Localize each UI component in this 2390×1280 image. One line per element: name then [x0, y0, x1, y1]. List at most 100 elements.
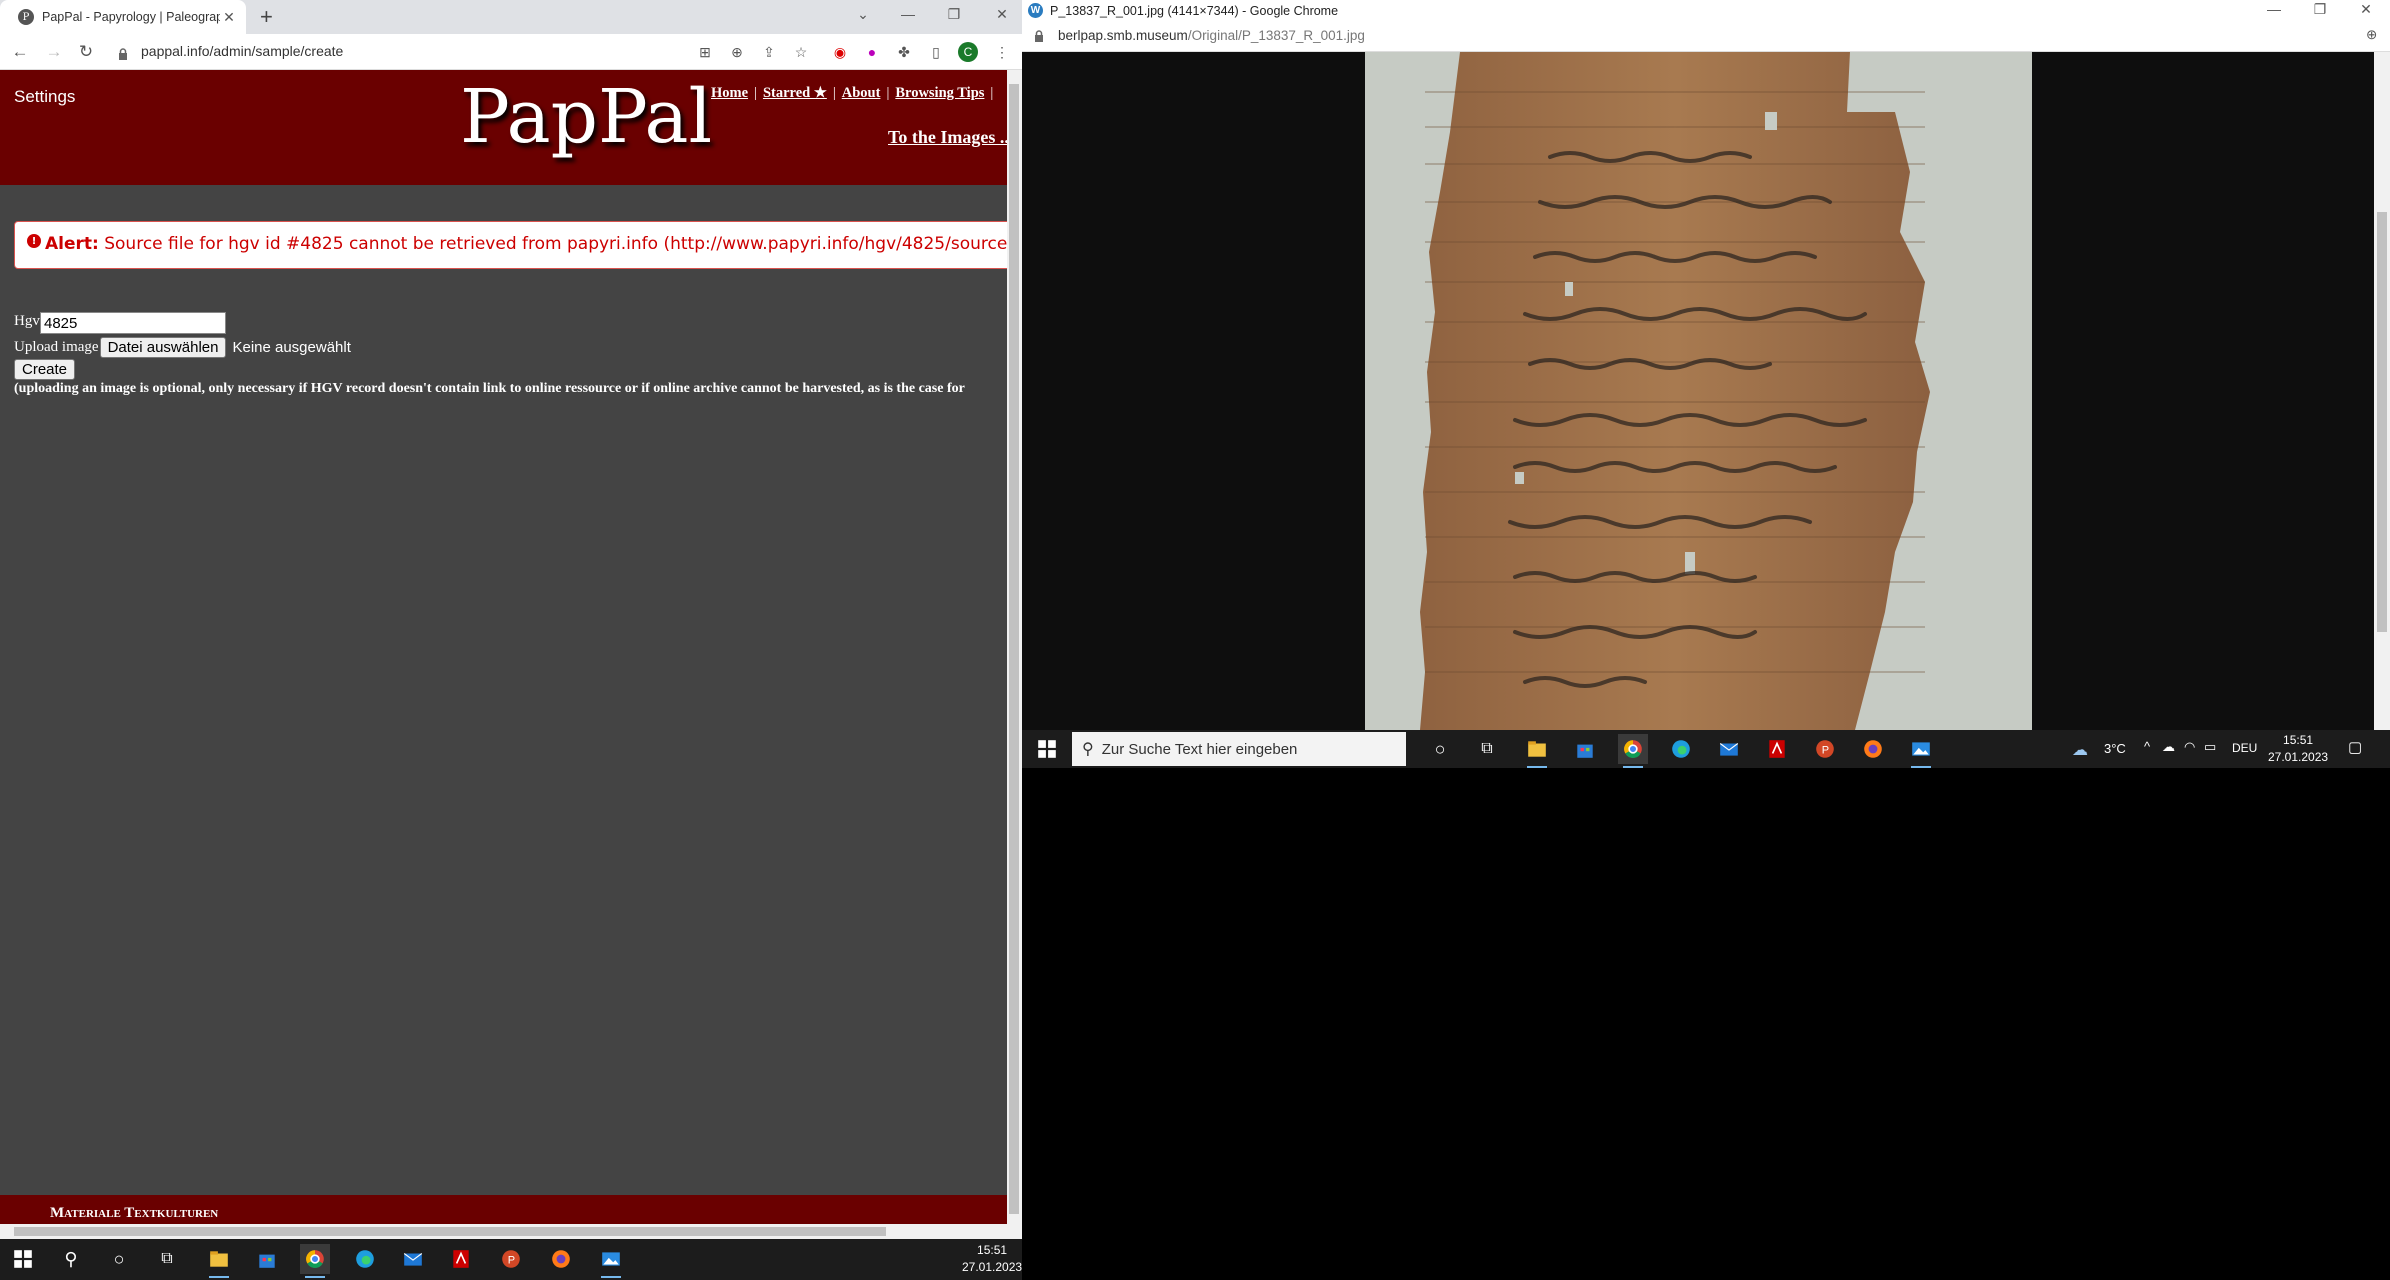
powerpoint-icon[interactable]: P [496, 1244, 526, 1274]
to-the-images-link[interactable]: To the Images ... [888, 127, 1013, 148]
tab-pappal[interactable]: P PapPal - Papyrology | Paleography ✕ [0, 0, 246, 34]
photos-icon[interactable] [596, 1244, 626, 1278]
alert-icon: ! [27, 234, 41, 248]
language-indicator[interactable]: DEU [2232, 741, 2257, 755]
choose-file-button[interactable]: Datei auswählen [99, 336, 227, 358]
file-explorer-icon[interactable] [204, 1244, 234, 1278]
onedrive-icon[interactable]: ☁ [2162, 739, 2175, 755]
nav-starred[interactable]: Starred ★ [763, 85, 827, 101]
search-icon[interactable]: ⚲ [56, 1244, 86, 1274]
hgv-input[interactable] [40, 312, 226, 334]
taskbar-search-box[interactable]: ⚲ Zur Suche Text hier eingeben [1072, 732, 1406, 766]
store-icon[interactable] [1570, 734, 1600, 764]
create-button[interactable]: Create [14, 358, 76, 380]
zoom-icon[interactable]: ⊕ [2366, 27, 2377, 43]
file-explorer-icon[interactable] [1522, 734, 1552, 768]
zoom-icon[interactable]: ⊕ [727, 42, 747, 62]
windows-start-icon[interactable] [1032, 734, 1062, 764]
upload-note: (uploading an image is optional, only ne… [14, 381, 965, 396]
system-clock[interactable]: 15:51 27.01.2023 [2268, 732, 2328, 766]
close-window-icon[interactable]: ✕ [990, 6, 1014, 23]
menu-icon[interactable]: ⋮ [992, 42, 1012, 62]
vertical-scrollbar[interactable] [1007, 70, 1022, 1239]
nav-about[interactable]: About [842, 85, 881, 101]
restore-icon[interactable]: ❐ [2308, 1, 2332, 18]
top-navigation: Home | Starred ★ | About | Browsing Tips | [711, 85, 994, 101]
vertical-scrollbar[interactable] [2374, 52, 2390, 730]
header-banner: Settings PapPal Home | Starred ★ | About | Bro… [0, 70, 1013, 185]
chevron-up-icon[interactable]: ^ [2144, 739, 2150, 754]
mail-icon[interactable] [398, 1244, 428, 1274]
horizontal-scroll-thumb[interactable] [14, 1227, 886, 1236]
edge-icon[interactable] [1666, 734, 1696, 764]
new-tab-button[interactable]: + [260, 6, 273, 28]
pappal-logo: PapPal [460, 74, 713, 160]
create-sample-form: Hgv Upload image Datei auswählen Keine a… [14, 312, 965, 397]
powerpoint-icon[interactable]: P [1810, 734, 1840, 764]
clock-date: 27.01.2023 [962, 1260, 1023, 1274]
acrobat-icon[interactable] [1762, 734, 1792, 764]
share-icon[interactable]: ⇪ [759, 42, 779, 62]
network-icon[interactable]: ◠ [2184, 739, 2195, 755]
mail-icon[interactable] [1714, 734, 1744, 764]
photos-icon[interactable] [1906, 734, 1936, 768]
vertical-scroll-thumb[interactable] [2377, 212, 2387, 632]
settings-link[interactable]: Settings [14, 87, 75, 107]
address-bar[interactable]: berlpap.smb.museum/Original/P_13837_R_00… [1022, 22, 2390, 52]
clock-time: 15:51 [2283, 733, 2314, 747]
pappal-page: Settings PapPal Home | Starred ★ | About | Bro… [0, 70, 1022, 1239]
taskbar-left: ⚲ ○ ⧉ P 15:51 27.01.2023 [0, 1239, 1022, 1280]
chrome-icon[interactable] [300, 1244, 330, 1278]
firefox-icon[interactable] [546, 1244, 576, 1274]
search-icon: ⚲ [1082, 741, 1094, 758]
restore-icon[interactable]: ❐ [942, 6, 966, 23]
reload-icon[interactable]: ↻ [76, 42, 96, 62]
search-placeholder: Zur Suche Text hier eingeben [1101, 740, 1298, 758]
acrobat-icon[interactable] [446, 1244, 476, 1274]
bookmark-star-icon[interactable]: ☆ [791, 42, 811, 62]
forward-icon[interactable]: → [44, 42, 64, 62]
url-text: berlpap.smb.museum/Original/P_13837_R_00… [1058, 28, 1365, 43]
url-path: /Original/P_13837_R_001.jpg [1187, 28, 1365, 43]
store-icon[interactable] [252, 1244, 282, 1274]
nav-home[interactable]: Home [711, 85, 748, 101]
horizontal-scrollbar[interactable] [0, 1224, 1007, 1239]
windows-start-icon[interactable] [8, 1244, 38, 1274]
hgv-label: Hgv [14, 313, 40, 329]
clock-date: 27.01.2023 [2268, 750, 2329, 764]
minimize-icon[interactable]: — [2262, 1, 2286, 17]
tab-title: PapPal - Papyrology | Paleography [42, 10, 220, 24]
firefox-icon[interactable] [1858, 734, 1888, 764]
address-bar[interactable]: pappal.info/admin/sample/create [141, 43, 343, 59]
papyrus-image[interactable] [1365, 52, 2032, 730]
sidepanel-icon[interactable]: ▯ [926, 42, 946, 62]
nav-browsing-tips[interactable]: Browsing Tips [895, 85, 984, 101]
battery-icon[interactable]: ▭ [2204, 739, 2216, 755]
no-file-selected-text: Keine ausgewählt [232, 338, 351, 356]
weather-cloud-icon[interactable]: ☁ [2072, 740, 2088, 760]
clock-time: 15:51 [977, 1243, 1008, 1257]
task-view-icon[interactable]: ⧉ [1472, 734, 1502, 764]
cortana-icon[interactable]: ○ [104, 1244, 134, 1274]
close-window-icon[interactable]: ✕ [2354, 1, 2378, 18]
puzzle-icon[interactable]: ✤ [894, 42, 914, 62]
extension-purple-icon[interactable]: ● [862, 42, 882, 62]
tab-close-icon[interactable]: ✕ [220, 9, 238, 26]
profile-avatar[interactable]: C [958, 42, 978, 62]
weather-temp[interactable]: 3°C [2104, 741, 2126, 756]
url-host: berlpap.smb.museum [1058, 28, 1188, 43]
cortana-icon[interactable]: ○ [1425, 734, 1455, 764]
minimize-icon[interactable]: — [896, 6, 920, 22]
task-view-icon[interactable]: ⧉ [152, 1244, 182, 1274]
pappal-favicon-icon: P [18, 9, 34, 25]
extension-red-icon[interactable]: ◉ [830, 42, 850, 62]
chrome-icon[interactable] [1618, 734, 1648, 768]
vertical-scroll-thumb[interactable] [1009, 84, 1019, 1214]
system-clock[interactable]: 15:51 27.01.2023 [962, 1242, 1022, 1276]
translate-icon[interactable]: ⊞ [695, 42, 715, 62]
edge-icon[interactable] [350, 1244, 380, 1274]
footer-text: Materiale Textkulturen [50, 1205, 219, 1221]
back-icon[interactable]: ← [10, 42, 30, 62]
chevron-down-icon[interactable]: ⌄ [851, 6, 875, 23]
notification-icon[interactable]: ▢ [2348, 738, 2362, 756]
